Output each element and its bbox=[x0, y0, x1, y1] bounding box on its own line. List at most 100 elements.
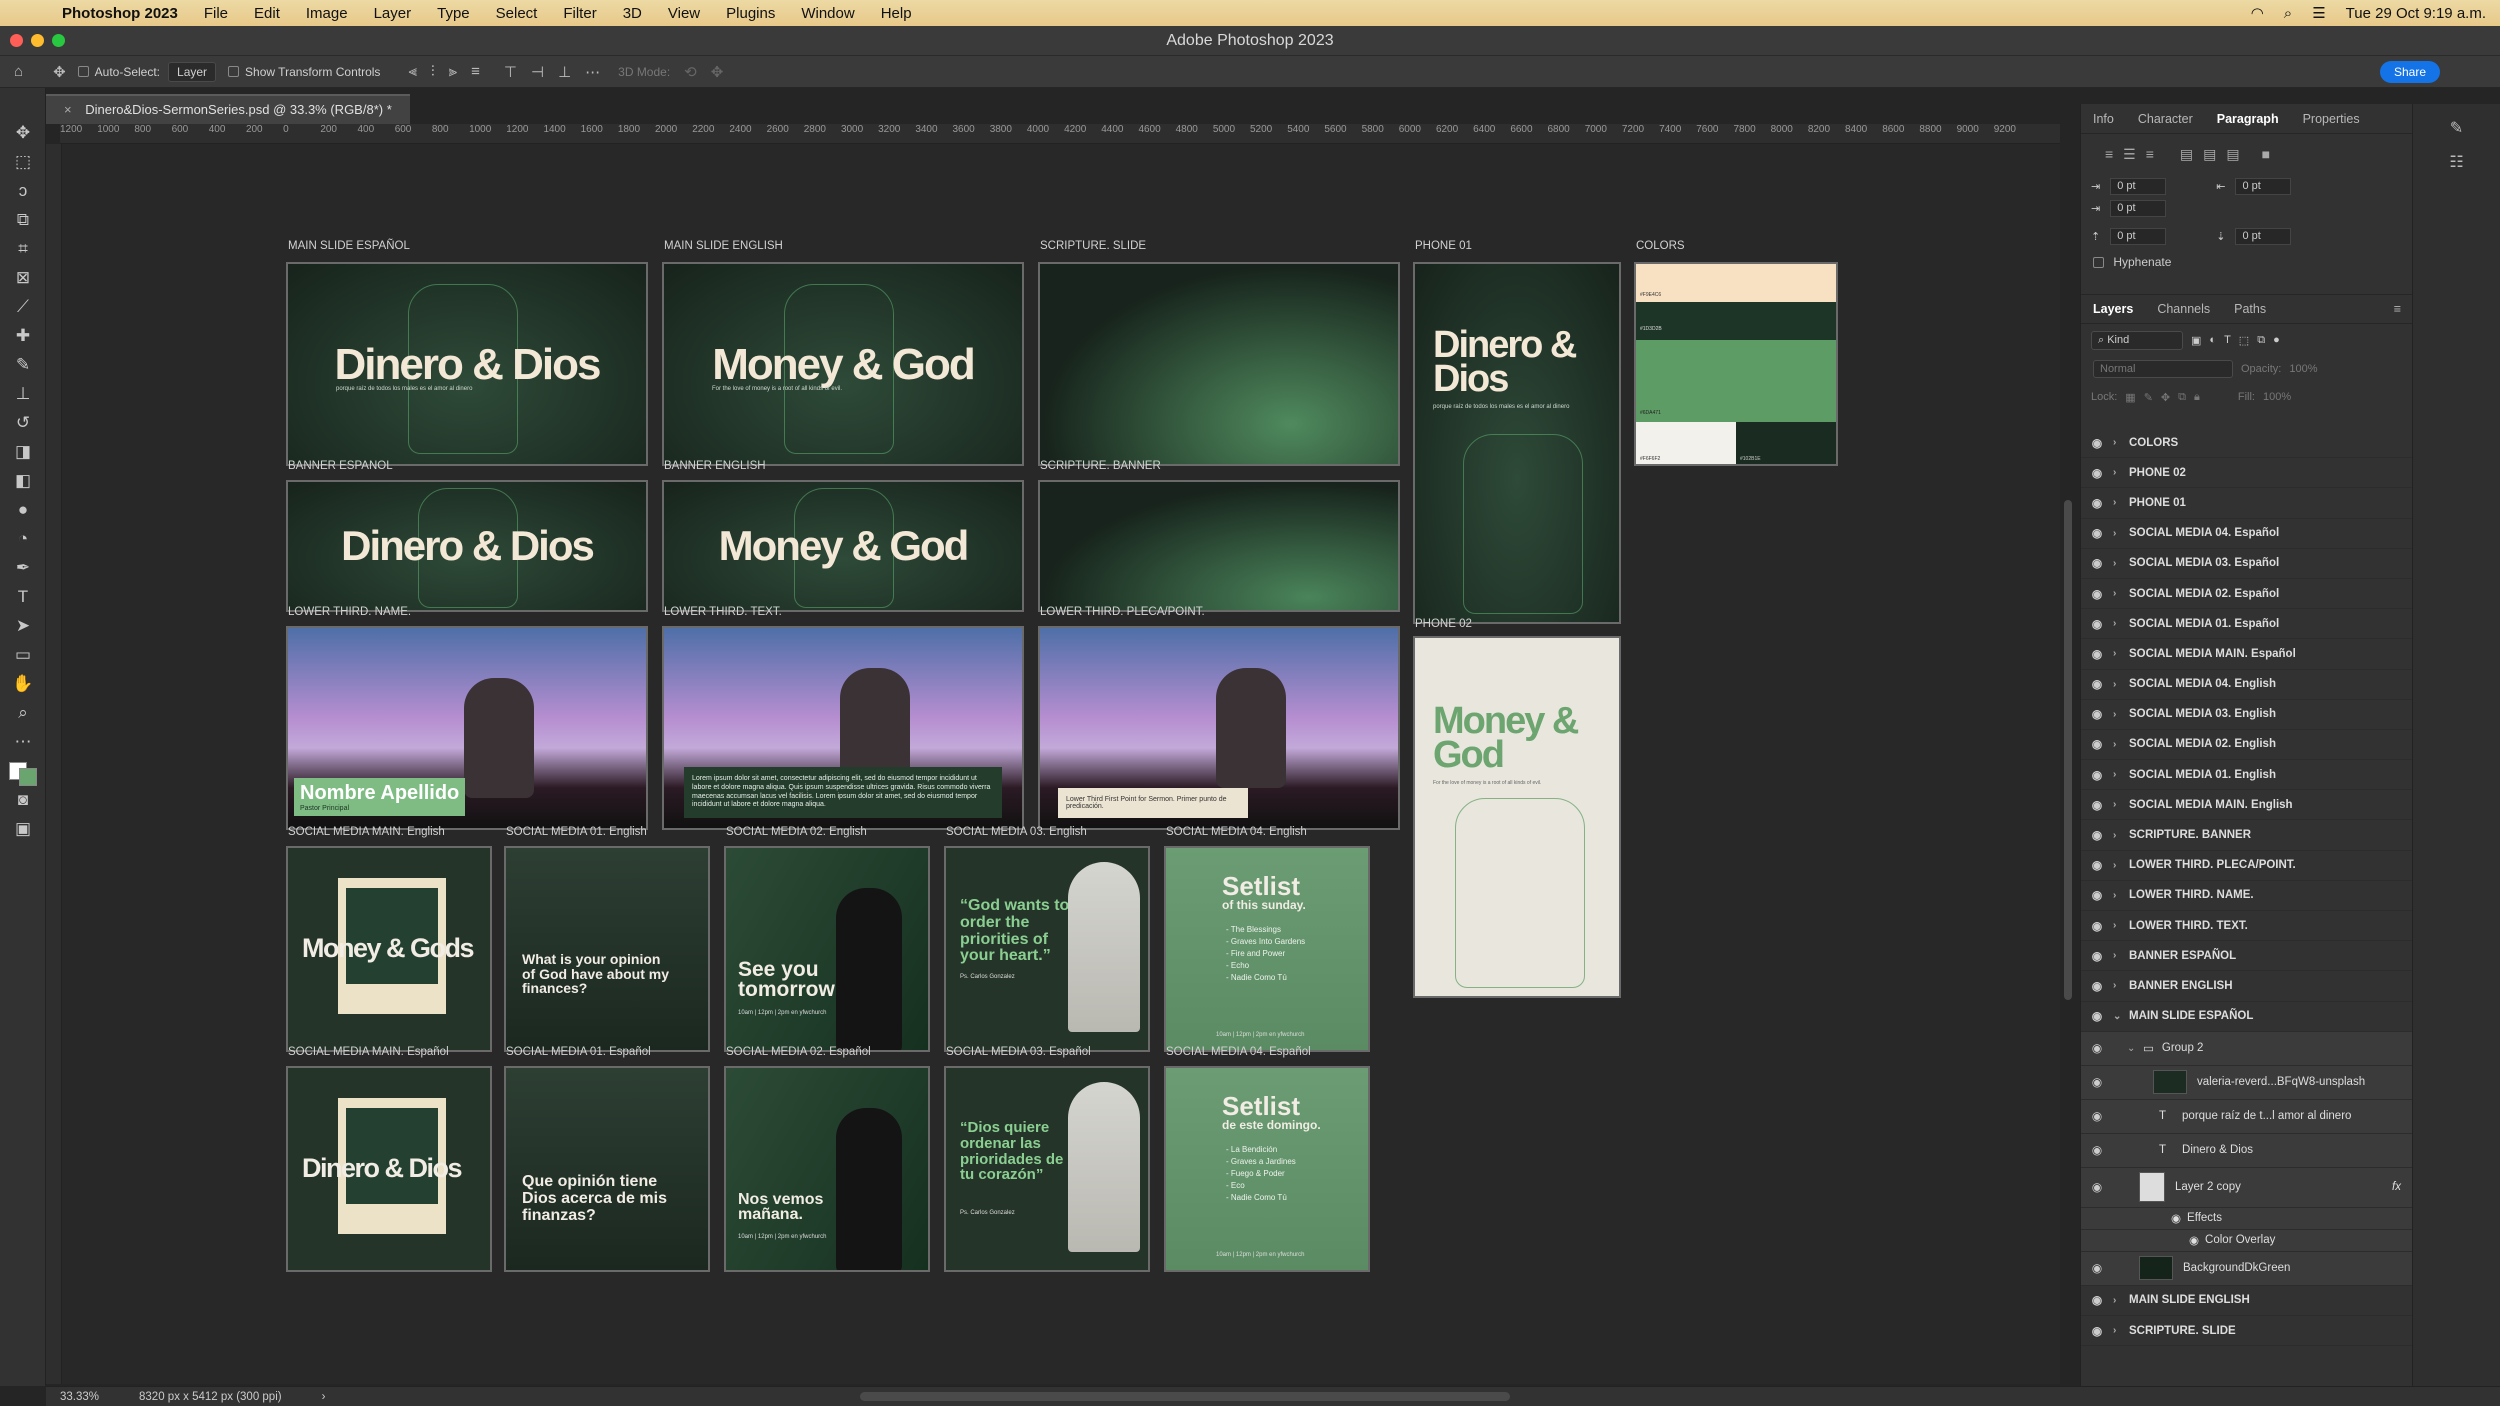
layer-row[interactable]: ◉ › SOCIAL MEDIA 02. Español bbox=[2081, 579, 2413, 610]
filter-adjustment-icon[interactable]: ◐ bbox=[2209, 334, 2216, 346]
artboard-label-sm01-es[interactable]: SOCIAL MEDIA 01. Español bbox=[506, 1046, 651, 1058]
layer-row[interactable]: ◉ › SOCIAL MEDIA MAIN. Español bbox=[2081, 639, 2413, 670]
layer-row[interactable]: ◉ › SCRIPTURE. SLIDE bbox=[2081, 1316, 2413, 1347]
artboard-label-banner-es[interactable]: BANNER ESPANOL bbox=[288, 460, 393, 472]
align-left-text-icon[interactable]: ≡ bbox=[2105, 146, 2113, 163]
share-button[interactable]: Share bbox=[2379, 61, 2440, 83]
chevron-down-icon[interactable]: ⌄ bbox=[2113, 1011, 2129, 1022]
horizontal-scrollbar[interactable] bbox=[860, 1392, 1510, 1401]
align-right-icon[interactable]: ⫸ bbox=[449, 63, 457, 80]
tab-channels[interactable]: Channels bbox=[2145, 302, 2222, 316]
menu-type[interactable]: Type bbox=[437, 5, 470, 22]
layer-row[interactable]: ◉ › COLORS bbox=[2081, 428, 2413, 459]
auto-select-checkbox[interactable] bbox=[77, 66, 89, 77]
artboard-label-lt-text[interactable]: LOWER THIRD. TEXT. bbox=[664, 606, 782, 618]
justify-all-icon[interactable]: ■ bbox=[2262, 146, 2270, 163]
eye-icon[interactable]: ◉ bbox=[2081, 828, 2113, 842]
more-options-icon[interactable]: ⋯ bbox=[585, 63, 600, 81]
artboard-sm03-english[interactable]: “God wants to order the priorities of yo… bbox=[944, 846, 1150, 1052]
auto-select-dropdown[interactable]: Layer bbox=[168, 61, 217, 82]
indent-left-field[interactable]: 0 pt bbox=[2110, 177, 2167, 195]
artboard-label-lt-name[interactable]: LOWER THIRD. NAME. bbox=[288, 606, 411, 618]
path-select-tool[interactable]: ➤ bbox=[0, 611, 46, 640]
artboard-label-phone01[interactable]: PHONE 01 bbox=[1415, 240, 1472, 252]
align-left-icon[interactable]: ⫷ bbox=[408, 63, 416, 80]
align-right-text-icon[interactable]: ≡ bbox=[2146, 146, 2154, 163]
quick-mask-icon[interactable]: ◙ bbox=[0, 785, 46, 814]
chevron-right-icon[interactable]: › bbox=[2113, 920, 2129, 931]
wifi-icon[interactable]: ◠ bbox=[2251, 4, 2264, 22]
layer-row[interactable]: ◉ › MAIN SLIDE ENGLISH bbox=[2081, 1286, 2413, 1316]
indent-right-field[interactable]: 0 pt bbox=[2235, 177, 2292, 195]
align-top-icon[interactable]: ⊤ bbox=[504, 63, 517, 81]
eye-icon[interactable]: ◉ bbox=[2081, 798, 2113, 812]
layer-row[interactable]: ◉ › SOCIAL MEDIA 04. English bbox=[2081, 670, 2413, 700]
artboard-lower-third-name[interactable]: Nombre Apellido Pastor Principal bbox=[286, 626, 648, 830]
chevron-right-icon[interactable]: › bbox=[2113, 890, 2129, 901]
chevron-down-icon[interactable]: ⌄ bbox=[2127, 1043, 2143, 1054]
move-tool-icon[interactable]: ✥ bbox=[53, 63, 66, 81]
menu-select[interactable]: Select bbox=[496, 5, 538, 22]
justify-last-left-icon[interactable]: ▤ bbox=[2180, 146, 2193, 163]
crop-tool[interactable]: ⌗ bbox=[0, 234, 46, 263]
chevron-right-icon[interactable]: › bbox=[2113, 830, 2129, 841]
layer-row[interactable]: ◉ › SOCIAL MEDIA 01. English bbox=[2081, 760, 2413, 791]
stamp-tool[interactable]: ⊥ bbox=[0, 379, 46, 408]
sublayer-row[interactable]: ◉ Tporque raíz de t...l amor al dinero bbox=[2081, 1099, 2413, 1134]
tab-properties[interactable]: Properties bbox=[2291, 112, 2372, 126]
eye-icon[interactable]: ◉ bbox=[2081, 496, 2113, 510]
chevron-right-icon[interactable]: › bbox=[2113, 709, 2129, 720]
eye-icon[interactable]: ◉ bbox=[2081, 647, 2113, 661]
lock-all-icon[interactable]: 🔒︎ bbox=[2194, 391, 2200, 404]
layer-row[interactable]: ◉ › SOCIAL MEDIA 02. English bbox=[2081, 730, 2413, 761]
effects-row[interactable]: ◉ Effects bbox=[2081, 1207, 2413, 1230]
artboard-label-scripture-slide[interactable]: SCRIPTURE. SLIDE bbox=[1040, 240, 1146, 252]
type-tool[interactable]: T bbox=[0, 582, 46, 611]
layer-row[interactable]: ◉ › PHONE 01 bbox=[2081, 488, 2413, 519]
menu-view[interactable]: View bbox=[668, 5, 700, 22]
filter-toggle-icon[interactable]: ● bbox=[2273, 334, 2280, 346]
tab-info[interactable]: Info bbox=[2081, 112, 2126, 126]
frame-tool[interactable]: ⊠ bbox=[0, 263, 46, 292]
adjustments-icon[interactable]: ☷ bbox=[2413, 138, 2500, 172]
group-row[interactable]: ◉ ⌄ ▭ Group 2 bbox=[2081, 1031, 2413, 1066]
brush-tool[interactable]: ✎ bbox=[0, 350, 46, 379]
hyphenate-checkbox[interactable] bbox=[2093, 257, 2104, 269]
tab-layers[interactable]: Layers bbox=[2081, 302, 2145, 316]
artboard-label-banner-en[interactable]: BANNER ENGLISH bbox=[664, 460, 766, 472]
chevron-right-icon[interactable]: › bbox=[2113, 799, 2129, 810]
control-center-icon[interactable]: ☰ bbox=[2312, 4, 2325, 22]
menu-file[interactable]: File bbox=[204, 5, 228, 22]
artboard-lower-third-text[interactable]: Lorem ipsum dolor sit amet, consectetur … bbox=[662, 626, 1024, 830]
eyedropper-tool[interactable]: ⟋ bbox=[0, 292, 46, 321]
layer-row[interactable]: ◉ › SOCIAL MEDIA 03. Español bbox=[2081, 549, 2413, 579]
chevron-right-icon[interactable]: › bbox=[2113, 860, 2129, 871]
layer-row[interactable]: ◉ › LOWER THIRD. NAME. bbox=[2081, 881, 2413, 911]
artboard-label-sm04-es[interactable]: SOCIAL MEDIA 04. Español bbox=[1166, 1046, 1311, 1058]
kind-filter-dropdown[interactable]: ⌕ Kind bbox=[2091, 330, 2183, 350]
filter-smart-icon[interactable]: ⧉ bbox=[2257, 334, 2265, 347]
eye-icon[interactable]: ◉ bbox=[2081, 526, 2113, 540]
artboard-label-sm-main-en[interactable]: SOCIAL MEDIA MAIN. English bbox=[288, 826, 445, 838]
filter-pixel-icon[interactable]: ▣ bbox=[2191, 334, 2201, 347]
artboard-lower-third-placa[interactable]: Lower Third First Point for Sermon. Prim… bbox=[1038, 626, 1400, 830]
eye-icon[interactable]: ◉ bbox=[2081, 888, 2113, 902]
zoom-tool[interactable]: ⌕ bbox=[0, 698, 46, 727]
artboard-label-sm01-en[interactable]: SOCIAL MEDIA 01. English bbox=[506, 826, 647, 838]
marquee-tool[interactable]: ⬚ bbox=[0, 147, 46, 176]
lock-pixels-icon[interactable]: ▦ bbox=[2125, 391, 2135, 404]
document-tab[interactable]: × Dinero&Dios-SermonSeries.psd @ 33.3% (… bbox=[46, 94, 410, 124]
align-bottom-icon[interactable]: ⊥ bbox=[558, 63, 571, 81]
filter-shape-icon[interactable]: ⬚ bbox=[2239, 334, 2249, 347]
lock-position-icon[interactable]: ✥ bbox=[2161, 391, 2170, 404]
artboard-sm-main-english[interactable]: Money & Gods bbox=[286, 846, 492, 1052]
blur-tool[interactable]: ● bbox=[0, 495, 46, 524]
menu-image[interactable]: Image bbox=[306, 5, 348, 22]
eye-icon[interactable]: ◉ bbox=[2081, 1143, 2113, 1157]
rectangle-tool[interactable]: ▭ bbox=[0, 640, 46, 669]
artboard-phone-02[interactable]: Money & God For the love of money is a r… bbox=[1413, 636, 1621, 998]
move-tool[interactable]: ✥ bbox=[0, 118, 46, 147]
zoom-window-button[interactable] bbox=[52, 34, 65, 47]
fill-field[interactable]: 100% bbox=[2263, 391, 2291, 403]
sublayer-row[interactable]: ◉ valeria-reverd...BFqW8-unsplash bbox=[2081, 1065, 2413, 1100]
